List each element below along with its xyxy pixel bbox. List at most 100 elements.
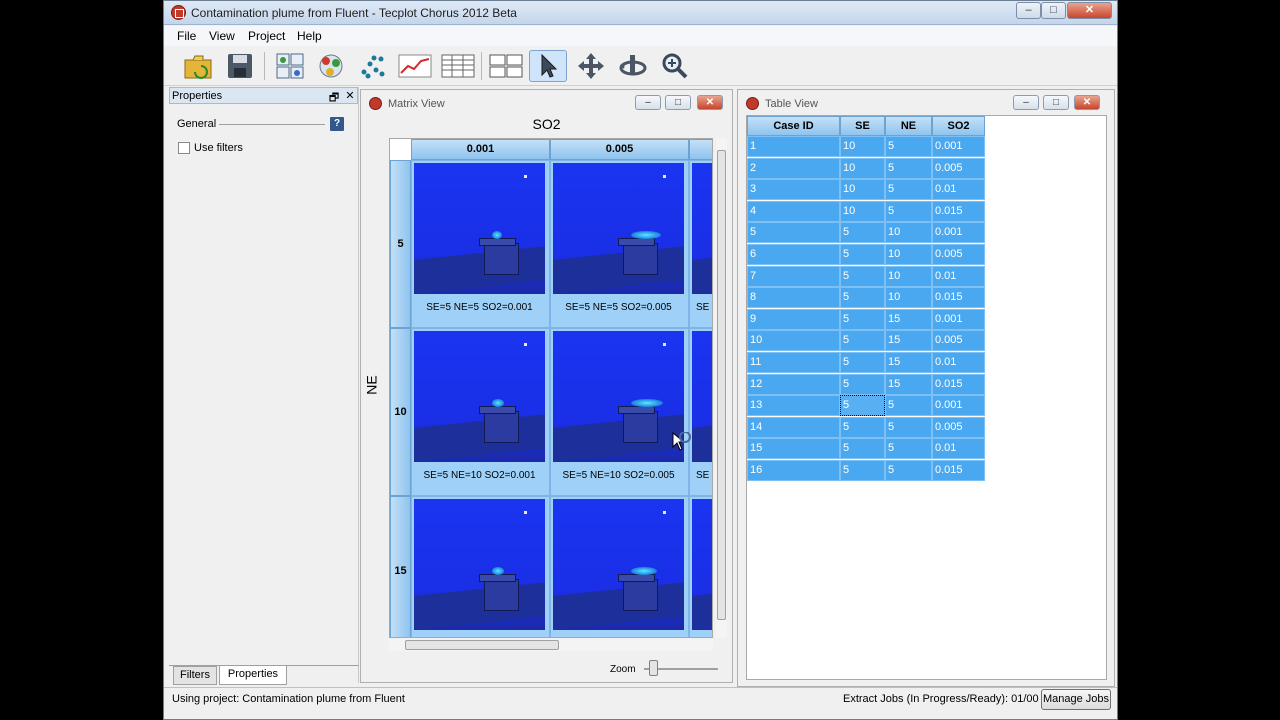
table-cell[interactable]: 0.005	[932, 244, 985, 265]
row-header[interactable]: 5	[390, 160, 411, 328]
line-plot-button[interactable]	[396, 50, 434, 82]
table-cell[interactable]: 12	[747, 373, 840, 395]
matrix-cell[interactable]: SE=5 NE=10 SO2=0.001	[411, 328, 550, 496]
zoom-tool-button[interactable]	[656, 50, 694, 82]
table-cell[interactable]: 0.005	[932, 157, 985, 179]
table-cell[interactable]: 8	[747, 287, 840, 309]
table-cell[interactable]: 0.001	[932, 222, 985, 244]
table-cell[interactable]: 0.015	[932, 200, 985, 222]
table-cell[interactable]: 5	[885, 438, 932, 460]
table-cell[interactable]: 10	[840, 179, 885, 201]
table-cell[interactable]: 16	[747, 460, 840, 481]
table-cell[interactable]: 5	[840, 308, 885, 330]
table-cell[interactable]: 2	[747, 157, 840, 179]
matrix-cell-partial[interactable]: SE	[689, 160, 712, 328]
table-cell[interactable]: 5	[840, 244, 885, 265]
use-filters-checkbox[interactable]	[178, 142, 190, 154]
scatter-plot-button[interactable]	[354, 50, 392, 82]
table-cell[interactable]: 5	[885, 179, 932, 201]
table-cell[interactable]: 0.015	[932, 460, 985, 481]
table-cell[interactable]: 9	[747, 308, 840, 330]
table-cell[interactable]: 1	[747, 136, 840, 157]
table-cell[interactable]: 5	[840, 438, 885, 460]
matrix-vertical-scrollbar[interactable]	[716, 138, 727, 638]
table-cell[interactable]: 5	[885, 416, 932, 438]
matrix-cell[interactable]	[550, 496, 689, 637]
table-cell[interactable]: 5	[840, 416, 885, 438]
table-cell[interactable]: 13	[747, 395, 840, 417]
menu-help[interactable]: Help	[297, 29, 322, 43]
table-cell[interactable]: 5	[885, 136, 932, 157]
table-cell[interactable]: 14	[747, 416, 840, 438]
table-cell[interactable]: 10	[747, 330, 840, 352]
table-cell[interactable]: 3	[747, 179, 840, 201]
table-cell[interactable]: 0.005	[932, 416, 985, 438]
tab-filters[interactable]: Filters	[173, 666, 217, 685]
table-cell[interactable]: 6	[747, 244, 840, 265]
close-panel-icon[interactable]: ✕	[344, 89, 356, 102]
column-header[interactable]: 0.005	[550, 139, 689, 160]
table-cell[interactable]: 5	[840, 222, 885, 244]
table-button[interactable]	[439, 50, 477, 82]
matrix-cell-partial[interactable]: SE	[689, 328, 712, 496]
scrollbar-thumb[interactable]	[717, 150, 726, 620]
table-cell[interactable]: 10	[840, 157, 885, 179]
manage-jobs-button[interactable]: Manage Jobs	[1041, 689, 1111, 710]
table-cell[interactable]: 10	[840, 200, 885, 222]
table-cell[interactable]: 5	[747, 222, 840, 244]
table-cell[interactable]: 5	[885, 395, 932, 417]
table-cell[interactable]: 11	[747, 352, 840, 373]
table-cell[interactable]: 10	[885, 287, 932, 309]
table-cell[interactable]: 5	[840, 330, 885, 352]
table-cell[interactable]: 5	[885, 157, 932, 179]
table-cell[interactable]: 7	[747, 265, 840, 287]
tab-properties[interactable]: Properties	[219, 666, 287, 685]
minimize-button[interactable]: –	[1016, 2, 1041, 19]
table-cell[interactable]: 15	[885, 330, 932, 352]
table-cell[interactable]: 10	[885, 265, 932, 287]
matrix-minimize-button[interactable]: –	[635, 95, 661, 110]
table-cell[interactable]: 10	[840, 136, 885, 157]
table-cell[interactable]: 5	[840, 373, 885, 395]
table-cell[interactable]: 10	[885, 222, 932, 244]
table-column-header[interactable]: SO2	[932, 116, 985, 136]
table-cell[interactable]: 0.015	[932, 373, 985, 395]
table-cell[interactable]: 0.001	[932, 308, 985, 330]
table-close-button[interactable]: ✕	[1074, 95, 1100, 110]
table-cell[interactable]: 5	[840, 460, 885, 481]
matrix-close-button[interactable]: ✕	[697, 95, 723, 110]
table-column-header[interactable]: Case ID	[747, 116, 840, 136]
row-header[interactable]: 15	[390, 496, 411, 637]
column-header[interactable]: 0.001	[411, 139, 550, 160]
table-cell[interactable]: 0.01	[932, 179, 985, 201]
table-cell[interactable]: 0.001	[932, 136, 985, 157]
close-button[interactable]: ✕	[1067, 2, 1112, 19]
table-cell[interactable]: 5	[840, 265, 885, 287]
table-cell[interactable]: 5	[840, 352, 885, 373]
menu-project[interactable]: Project	[248, 29, 285, 43]
table-minimize-button[interactable]: –	[1013, 95, 1039, 110]
float-panel-icon[interactable]: 🗗	[328, 89, 340, 108]
table-cell[interactable]: 10	[885, 244, 932, 265]
table-column-header[interactable]: NE	[885, 116, 932, 136]
matrix-horizontal-scrollbar[interactable]	[389, 639, 713, 651]
table-cell[interactable]: 15	[885, 308, 932, 330]
matrix-cell[interactable]: SE=5 NE=5 SO2=0.001	[411, 160, 550, 328]
scatter-3d-button[interactable]	[312, 50, 350, 82]
matrix-cell[interactable]: SE=5 NE=5 SO2=0.005	[550, 160, 689, 328]
matrix-cell[interactable]: SE=5 NE=10 SO2=0.005	[550, 328, 689, 496]
table-cell[interactable]: 4	[747, 200, 840, 222]
table-cell[interactable]: 15	[747, 438, 840, 460]
pan-tool-button[interactable]	[572, 50, 610, 82]
table-cell[interactable]: 0.005	[932, 330, 985, 352]
matrix-cell[interactable]	[411, 496, 550, 637]
table-cell[interactable]: 5	[885, 460, 932, 481]
table-cell[interactable]: 15	[885, 373, 932, 395]
table-cell[interactable]: 0.001	[932, 395, 985, 417]
help-icon[interactable]: ?	[330, 117, 344, 131]
table-cell[interactable]: 15	[885, 352, 932, 373]
table-cell[interactable]: 5	[885, 200, 932, 222]
pointer-tool-button[interactable]	[529, 50, 567, 82]
open-project-button[interactable]	[180, 50, 218, 82]
table-cell[interactable]: 5	[840, 287, 885, 309]
